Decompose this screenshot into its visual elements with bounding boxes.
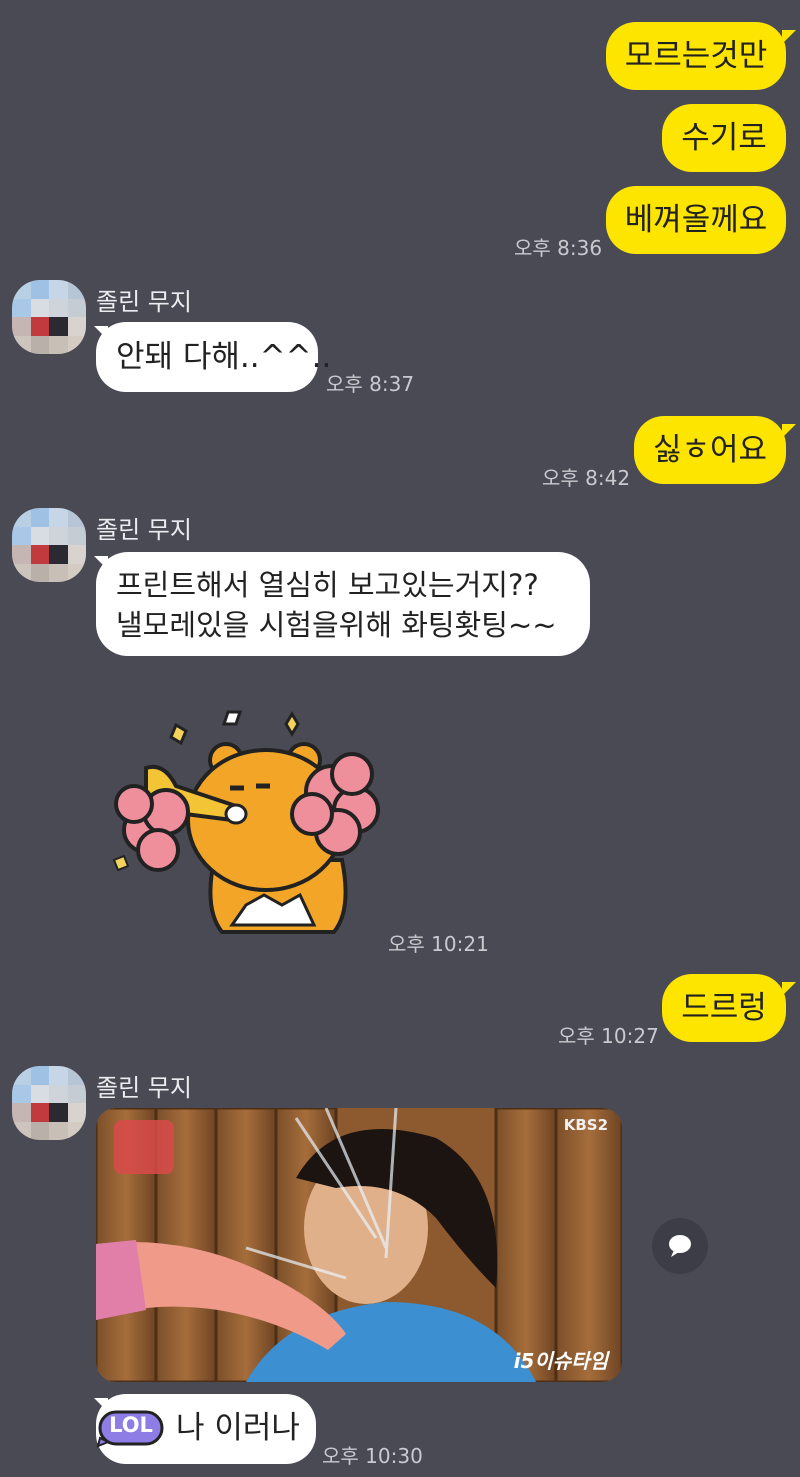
sender-name: 졸린 무지 [96,1074,192,1102]
source-watermark: i5이슈타임 [514,1345,608,1374]
speech-bubble-icon [669,1235,691,1257]
source-watermark-text: 이슈타임 [534,1349,608,1373]
message-time: 오후 8:42 [542,466,631,490]
my-message-bubble[interactable]: 수기로 [662,104,786,172]
my-message-bubble[interactable]: 드르렁 [662,974,786,1042]
sticker-image [112,710,380,934]
broadcaster-watermark: KBS2 [563,1116,608,1134]
message-text: 모르는것만 [624,38,768,74]
lol-emoticon-label: LOL [109,1413,153,1437]
message-time: 오후 10:21 [388,932,489,956]
message-text: 수기로 [681,120,767,156]
bubble-tail [782,30,796,44]
sender-name: 졸린 무지 [96,288,192,316]
message-time: 오후 8:36 [514,236,603,260]
avatar[interactable] [12,508,86,582]
ryan-cheering-sticker[interactable] [106,700,386,940]
message-time: 오후 10:27 [558,1024,659,1048]
my-message-bubble[interactable]: 베껴올께요 [606,186,786,254]
my-message-bubble[interactable]: 싫ㅎ어요 [634,416,786,484]
message-text: 싫ㅎ어요 [652,432,768,468]
source-watermark-glyph: i5 [513,1349,535,1373]
bubble-tail [782,424,796,438]
sender-name: 졸린 무지 [96,516,192,544]
message-line: 낼모레있을 시험을위해 화팅홧팅~~ [116,608,557,642]
my-message-bubble[interactable]: 모르는것만 [606,22,786,90]
message-text: 나 이러나 [176,1410,300,1446]
message-text: 베껴올께요 [624,202,768,238]
avatar[interactable] [12,280,86,354]
message-line: 프린트해서 열심히 보고있는거지?? [116,568,539,602]
lol-emoticon: LOL [96,1408,166,1448]
message-time: 오후 10:30 [322,1444,423,1468]
bubble-tail [782,982,796,996]
message-time: 오후 8:37 [326,372,415,396]
their-message-bubble[interactable]: 프린트해서 열심히 보고있는거지?? 낼모레있을 시험을위해 화팅홧팅~~ [96,552,590,656]
message-text: 안돼 다해..^^.. [116,339,332,375]
photo-message[interactable]: KBS2 i5이슈타임 [96,1108,622,1382]
message-text: 드르렁 [681,990,767,1026]
their-message-bubble[interactable]: 안돼 다해..^^.. [96,322,331,392]
share-button[interactable] [652,1218,708,1274]
photo-image [96,1108,622,1382]
avatar[interactable] [12,1066,86,1140]
